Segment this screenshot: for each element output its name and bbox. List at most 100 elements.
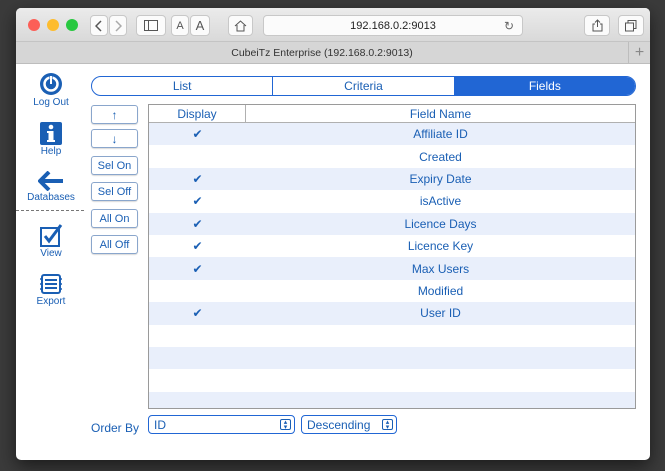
forward-button[interactable] (109, 15, 127, 36)
table-row[interactable]: ✔ User ID (149, 302, 635, 325)
close-window-button[interactable] (28, 19, 40, 31)
table-row[interactable]: ✔ Max Users (149, 257, 635, 280)
table-row[interactable]: ✔ Affiliate ID (149, 123, 635, 146)
move-up-button[interactable]: ↑ (91, 105, 138, 124)
order-direction-value: Descending (307, 417, 371, 432)
table-row[interactable]: ✔ Licence Days (149, 212, 635, 235)
field-name-cell: Modified (417, 283, 464, 298)
tabs-icon (625, 19, 637, 31)
browser-tab[interactable]: CubeiTz Enterprise (192.168.0.2:9013) (16, 42, 628, 64)
table-row[interactable]: ✔ Expiry Date (149, 167, 635, 191)
display-check-icon[interactable] (149, 347, 246, 369)
new-tab-button[interactable]: + (628, 42, 650, 64)
field-name-cell: Created (419, 149, 462, 164)
sidebar-label-help: Help (40, 146, 62, 157)
back-button[interactable] (90, 15, 108, 36)
move-down-button[interactable]: ↓ (91, 129, 138, 148)
sidebar-item-help[interactable]: Help (26, 122, 76, 157)
font-smaller-button[interactable]: A (171, 15, 189, 36)
table-body: ✔ Affiliate ID Created ✔ Expiry Date ✔ isActiv… (149, 123, 635, 408)
table-row[interactable] (149, 369, 635, 391)
tab-list[interactable]: List (92, 77, 274, 95)
order-by-label: Order By (91, 421, 140, 435)
view-segmented-control: List Criteria Fields (91, 76, 636, 96)
field-name-cell: Expiry Date (409, 171, 472, 186)
power-icon (40, 73, 62, 95)
display-check-icon[interactable]: ✔ (149, 257, 246, 279)
field-name-cell (246, 369, 635, 391)
select-off-button[interactable]: Sel Off (91, 182, 138, 201)
display-check-icon[interactable] (149, 392, 246, 408)
field-name-cell: Affiliate ID (413, 127, 468, 142)
field-name-cell: User ID (420, 306, 461, 321)
checkbox-icon (40, 224, 63, 247)
display-check-icon[interactable] (149, 325, 246, 347)
order-field-select[interactable]: ID ▴ ▾ (148, 415, 295, 434)
column-header-field-name[interactable]: Field Name (246, 105, 635, 122)
select-on-button[interactable]: Sel On (91, 156, 138, 175)
sidebar-item-databases[interactable]: Databases (20, 171, 82, 203)
table-row[interactable]: Created (149, 145, 635, 167)
all-on-button[interactable]: All On (91, 209, 138, 228)
chevron-left-icon (95, 19, 102, 32)
info-icon (40, 122, 62, 145)
table-row[interactable] (149, 346, 635, 370)
tab-bar: CubeiTz Enterprise (192.168.0.2:9013) + (16, 42, 650, 64)
tabs-overview-button[interactable] (618, 15, 644, 36)
share-icon (592, 19, 602, 32)
share-button[interactable] (584, 15, 610, 36)
sidebar-toggle-button[interactable] (136, 15, 166, 36)
table-row[interactable]: ✔ isActive (149, 190, 635, 212)
sidebar-item-export[interactable]: Export (26, 273, 76, 307)
field-name-cell: Max Users (411, 261, 470, 276)
display-check-icon[interactable] (149, 280, 246, 302)
sidebar-label-view: View (40, 248, 62, 259)
chevron-right-icon (115, 19, 122, 32)
column-header-display[interactable]: Display (149, 105, 246, 122)
display-check-icon[interactable] (149, 145, 246, 167)
home-button[interactable] (228, 15, 253, 36)
display-check-icon[interactable]: ✔ (149, 213, 246, 235)
sidebar-item-log-out[interactable]: Log Out (26, 72, 76, 108)
display-check-icon[interactable]: ✔ (149, 190, 246, 212)
sidebar-item-view[interactable]: View (26, 223, 76, 259)
sidebar-label-databases: Databases (27, 192, 75, 203)
tab-criteria[interactable]: Criteria (273, 77, 455, 95)
fields-table: Display Field Name ✔ Affiliate ID Created ✔… (148, 104, 636, 409)
table-row[interactable] (149, 325, 635, 347)
select-arrows-icon: ▴ ▾ (382, 419, 393, 431)
browser-window: A A 192.168.0.2:9013 ↻ CubeiTz Enterpris… (16, 8, 650, 460)
display-check-icon[interactable]: ✔ (149, 235, 246, 257)
field-name-cell: Licence Key (407, 239, 474, 254)
table-header: Display Field Name (149, 105, 635, 123)
table-row[interactable]: Modified (149, 280, 635, 302)
field-name-cell (246, 392, 635, 408)
order-direction-select[interactable]: Descending ▴ ▾ (301, 415, 397, 434)
display-check-icon[interactable]: ✔ (149, 123, 246, 145)
arrow-left-icon (38, 171, 63, 191)
all-off-button[interactable]: All Off (91, 235, 138, 254)
display-check-icon[interactable]: ✔ (149, 302, 246, 324)
sidebar-label-export: Export (36, 296, 66, 307)
field-name-cell (246, 347, 635, 369)
zoom-window-button[interactable] (66, 19, 78, 31)
select-arrows-icon: ▴ ▾ (280, 419, 291, 431)
table-row[interactable]: ✔ Licence Key (149, 235, 635, 257)
display-check-icon[interactable]: ✔ (149, 168, 246, 190)
sidebar-icon (144, 20, 158, 31)
field-name-cell: isActive (419, 194, 462, 209)
address-text: 192.168.0.2:9013 (350, 19, 436, 32)
table-row[interactable] (149, 391, 635, 408)
sidebar-divider (16, 210, 84, 211)
reload-icon[interactable]: ↻ (504, 19, 514, 33)
home-icon (234, 19, 247, 31)
sidebar-label-log-out: Log Out (33, 97, 69, 108)
address-bar[interactable]: 192.168.0.2:9013 ↻ (263, 15, 523, 36)
font-larger-button[interactable]: A (190, 15, 210, 36)
minimize-window-button[interactable] (47, 19, 59, 31)
tab-fields[interactable]: Fields (454, 77, 635, 95)
display-check-icon[interactable] (149, 369, 246, 391)
field-name-cell: Licence Days (404, 216, 477, 231)
order-field-value: ID (154, 417, 166, 432)
field-name-cell (246, 325, 635, 347)
